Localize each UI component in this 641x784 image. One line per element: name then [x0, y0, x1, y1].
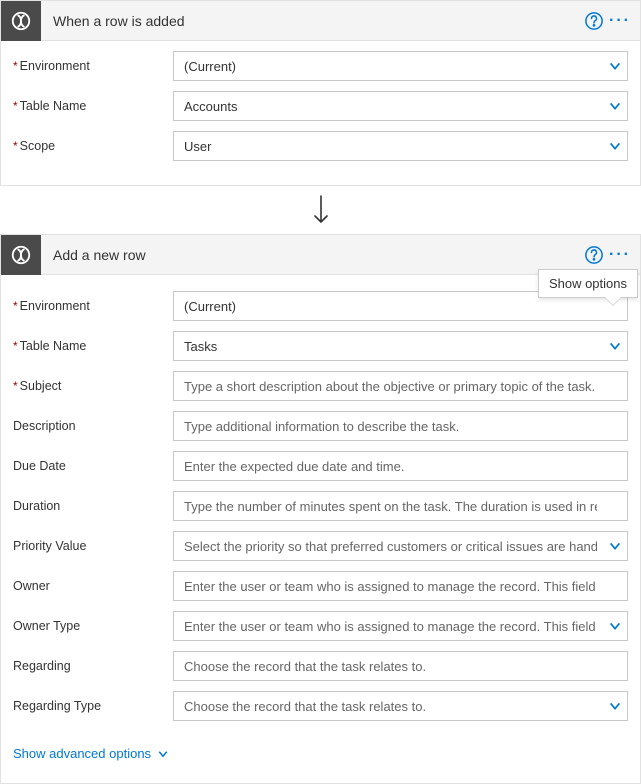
scope-label: Scope [13, 139, 173, 153]
environment-label: Environment [13, 299, 173, 313]
duration-label: Duration [13, 499, 173, 513]
owner-type-input[interactable] [173, 611, 628, 641]
show-options-tooltip: Show options [538, 269, 638, 298]
advanced-label: Show advanced options [13, 746, 151, 761]
table-dropdown[interactable]: Tasks [173, 331, 628, 361]
show-advanced-options[interactable]: Show advanced options [13, 746, 169, 761]
trigger-title: When a row is added [41, 13, 584, 29]
trigger-body: Environment (Current) Table Name Account… [1, 41, 640, 185]
owner-input[interactable] [173, 571, 628, 601]
help-icon[interactable] [584, 245, 604, 265]
regarding-type-label: Regarding Type [13, 699, 173, 713]
subject-label: Subject [13, 379, 173, 393]
table-dropdown[interactable]: Accounts [173, 91, 628, 121]
flow-arrow [0, 186, 641, 234]
environment-dropdown[interactable]: (Current) [173, 51, 628, 81]
regarding-label: Regarding [13, 659, 173, 673]
action-body: Show options Environment (Current) Table… [1, 275, 640, 783]
table-label: Table Name [13, 339, 173, 353]
chevron-down-icon [608, 339, 622, 353]
description-input[interactable] [173, 411, 628, 441]
trigger-card: When a row is added ··· Environment (Cur… [0, 0, 641, 186]
chevron-down-icon [608, 59, 622, 73]
environment-value: (Current) [173, 51, 628, 81]
regarding-input[interactable] [173, 651, 628, 681]
priority-dropdown[interactable] [173, 531, 628, 561]
chevron-down-icon [608, 99, 622, 113]
duration-input[interactable] [173, 491, 628, 521]
owner-type-dropdown[interactable] [173, 611, 628, 641]
more-icon[interactable]: ··· [608, 9, 632, 33]
regarding-type-input[interactable] [173, 691, 628, 721]
chevron-down-icon [608, 619, 622, 633]
action-title: Add a new row [41, 247, 584, 263]
help-icon[interactable] [584, 11, 604, 31]
more-icon[interactable]: ··· [608, 243, 632, 267]
chevron-down-icon [608, 139, 622, 153]
table-value: Tasks [173, 331, 628, 361]
dataverse-icon [1, 235, 41, 275]
scope-dropdown[interactable]: User [173, 131, 628, 161]
action-card: Add a new row ··· Show options Environme… [0, 234, 641, 784]
scope-value: User [173, 131, 628, 161]
owner-type-label: Owner Type [13, 619, 173, 633]
due-date-label: Due Date [13, 459, 173, 473]
table-label: Table Name [13, 99, 173, 113]
dataverse-icon [1, 1, 41, 41]
description-label: Description [13, 419, 173, 433]
regarding-type-dropdown[interactable] [173, 691, 628, 721]
environment-label: Environment [13, 59, 173, 73]
table-value: Accounts [173, 91, 628, 121]
due-date-input[interactable] [173, 451, 628, 481]
trigger-header[interactable]: When a row is added ··· [1, 1, 640, 41]
chevron-down-icon [608, 699, 622, 713]
priority-label: Priority Value [13, 539, 173, 553]
owner-label: Owner [13, 579, 173, 593]
subject-input[interactable] [173, 371, 628, 401]
priority-input[interactable] [173, 531, 628, 561]
chevron-down-icon [608, 539, 622, 553]
